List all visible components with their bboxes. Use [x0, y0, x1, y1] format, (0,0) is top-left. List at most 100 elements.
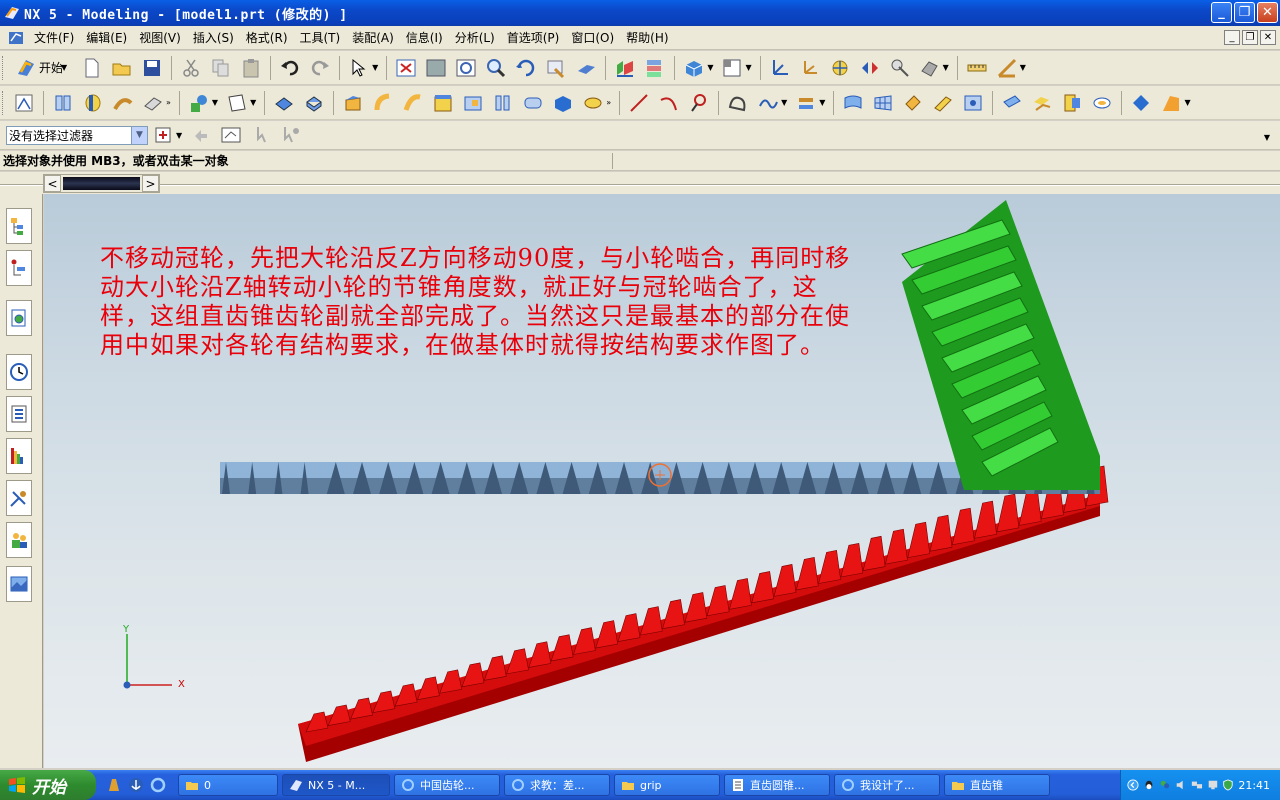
close-button[interactable]: ✕ [1257, 2, 1278, 23]
edge-blend-icon[interactable] [140, 90, 166, 116]
shade-icon[interactable] [1128, 90, 1154, 116]
qq-icon[interactable] [1143, 778, 1155, 792]
maximize-button[interactable]: ❐ [1234, 2, 1255, 23]
display-mode-icon[interactable] [681, 55, 707, 81]
fit-view-icon[interactable] [393, 55, 419, 81]
toolbar-grip-2[interactable] [2, 90, 5, 115]
windows-start-button[interactable]: 开始 [0, 770, 96, 800]
network-icon[interactable] [1191, 778, 1203, 792]
layer-settings-icon[interactable] [642, 55, 668, 81]
trim-body-icon[interactable] [1029, 90, 1055, 116]
volume-icon[interactable] [1175, 778, 1187, 792]
offset-surface-icon[interactable] [999, 90, 1025, 116]
emboss-icon[interactable] [580, 90, 606, 116]
taskbar-clock[interactable]: 21:41 [1238, 779, 1270, 792]
toolbar-grip[interactable] [2, 55, 5, 80]
select-all-icon[interactable] [150, 122, 176, 148]
cut-icon[interactable] [178, 55, 204, 81]
menu-edit[interactable]: 编辑(E) [80, 29, 133, 46]
redo-icon[interactable] [307, 55, 333, 81]
pan-icon[interactable] [543, 55, 569, 81]
red-gear[interactable] [298, 465, 1109, 762]
graphics-window[interactable]: 不移动冠轮，先把大轮沿反Z方向移动90度，与小轮啮合，再同时移动大小轮沿Z轴转动… [44, 194, 1280, 768]
menu-format[interactable]: 格式(R) [240, 29, 294, 46]
menu-view[interactable]: 视图(V) [133, 29, 187, 46]
wcs-save-icon[interactable] [917, 55, 943, 81]
menu-tools[interactable]: 工具(T) [294, 29, 347, 46]
doc-minimize-button[interactable]: _ [1224, 30, 1240, 45]
block-icon[interactable] [271, 90, 297, 116]
new-file-icon[interactable] [79, 55, 105, 81]
wcs-orient-icon[interactable] [857, 55, 883, 81]
ruled-surface-icon[interactable] [930, 90, 956, 116]
start-button[interactable]: 开始 ▼ [15, 57, 71, 79]
type-filter-select[interactable]: 没有选择过滤器 ▼ [6, 125, 148, 145]
basic-curve-icon[interactable] [725, 90, 751, 116]
through-mesh-icon[interactable] [870, 90, 896, 116]
visualization-icon[interactable] [6, 438, 32, 474]
line-icon[interactable] [626, 90, 652, 116]
patch-icon[interactable] [1089, 90, 1115, 116]
undo-icon[interactable] [277, 55, 303, 81]
task-folder-0[interactable]: 0 [178, 774, 278, 796]
selection-tool-icon[interactable] [346, 55, 372, 81]
doc-restore-button[interactable]: ❐ [1242, 30, 1258, 45]
show-hidden-icons-icon[interactable] [1127, 778, 1139, 792]
pad-icon[interactable] [550, 90, 576, 116]
internet-explorer-icon[interactable] [6, 300, 32, 336]
menu-assembly[interactable]: 装配(A) [346, 29, 400, 46]
studio-icon[interactable] [1158, 90, 1184, 116]
shaded-edges-icon[interactable] [612, 55, 638, 81]
palette-icon[interactable] [6, 566, 32, 602]
wcs-origin-icon[interactable] [767, 55, 793, 81]
system-materials-icon[interactable] [6, 396, 32, 432]
snap-point-icon[interactable] [248, 122, 274, 148]
security-shield-icon[interactable] [1222, 778, 1234, 792]
network-2-icon[interactable] [1207, 778, 1219, 792]
offset-curve-icon[interactable] [793, 90, 819, 116]
quicklaunch-anchor-icon[interactable] [128, 777, 144, 793]
through-curves-icon[interactable] [840, 90, 866, 116]
task-ie-gear[interactable]: 中国齿轮... [394, 774, 500, 796]
sew-icon[interactable] [1059, 90, 1085, 116]
messenger-icon[interactable] [1159, 778, 1171, 792]
zoom-region-icon[interactable] [453, 55, 479, 81]
menu-help[interactable]: 帮助(H) [620, 29, 674, 46]
menu-analysis[interactable]: 分析(L) [449, 29, 501, 46]
menu-preferences[interactable]: 首选项(P) [501, 29, 566, 46]
task-ie-question[interactable]: 求教：差... [504, 774, 610, 796]
paste-icon[interactable] [238, 55, 264, 81]
task-folder-bevel[interactable]: 直齿锥 [944, 774, 1050, 796]
copy-icon[interactable] [208, 55, 234, 81]
menu-file[interactable]: 文件(F) [28, 29, 80, 46]
scroll-left-arrow[interactable]: < [44, 175, 61, 192]
boss-icon[interactable] [430, 90, 456, 116]
slot-icon[interactable] [490, 90, 516, 116]
measure-distance-icon[interactable] [964, 55, 990, 81]
view-orientation-icon[interactable] [719, 55, 745, 81]
chevron-down-icon[interactable]: ▼ [131, 126, 147, 144]
sketch-icon[interactable] [11, 90, 37, 116]
sphere-icon[interactable] [370, 90, 396, 116]
cylinder-icon[interactable] [301, 90, 327, 116]
sweep-icon[interactable] [110, 90, 136, 116]
task-document-bevel[interactable]: 直齿圆锥... [724, 774, 830, 796]
extrude-icon[interactable] [50, 90, 76, 116]
resource-scrollbar[interactable]: < > [43, 174, 160, 193]
datum-plane-icon[interactable] [224, 90, 250, 116]
perspective-icon[interactable] [573, 55, 599, 81]
measure-angle-icon[interactable] [994, 55, 1020, 81]
open-folder-icon[interactable] [109, 55, 135, 81]
cone-icon[interactable] [340, 90, 366, 116]
arc-icon[interactable] [656, 90, 682, 116]
task-folder-grip[interactable]: grip [614, 774, 720, 796]
task-ie-design[interactable]: 我设计了... [834, 774, 940, 796]
hole-icon[interactable] [400, 90, 426, 116]
task-nx[interactable]: NX 5 - M... [282, 774, 390, 796]
zoom-icon[interactable] [483, 55, 509, 81]
quicklaunch-ie-icon[interactable] [150, 777, 166, 793]
green-gear[interactable] [901, 200, 1100, 490]
menu-window[interactable]: 窗口(O) [565, 29, 620, 46]
scroll-right-arrow[interactable]: > [142, 175, 159, 192]
groove-icon[interactable] [520, 90, 546, 116]
